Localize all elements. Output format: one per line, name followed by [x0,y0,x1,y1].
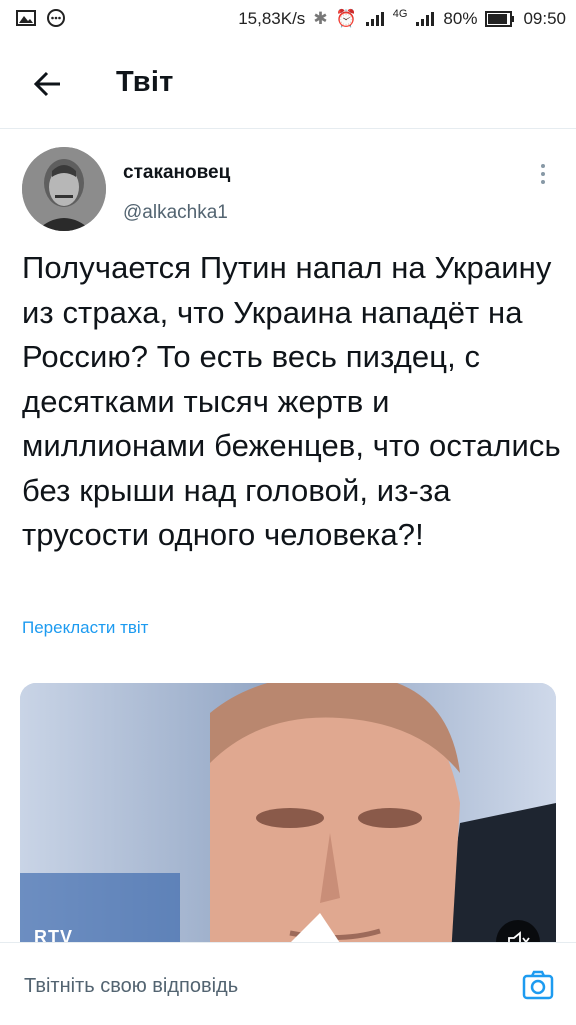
more-options-button[interactable] [530,160,556,188]
alarm-icon: ⏰ [335,9,357,28]
top-app-bar: Твіт [0,40,576,129]
signal-icon [365,12,384,26]
page-title: Твіт [116,66,174,98]
avatar-image [22,147,106,231]
network-speed: 15,83K/s [238,9,306,28]
author-name[interactable]: стакановец [123,162,230,184]
reply-bar: Твітніть свою відповідь [0,942,576,1025]
battery-percent: 80% [443,9,478,28]
network-type: 4G [392,8,408,20]
camera-icon [522,970,554,1000]
arrow-left-icon [33,71,60,97]
camera-button[interactable] [521,968,555,1002]
translate-tweet-link[interactable]: Перекласти твіт [22,618,148,638]
tweet-text: Получается Путин напал на Украину из стр… [22,250,561,552]
clock: 09:50 [523,9,566,28]
signal-icon-2 [416,12,435,26]
media-image [20,683,556,973]
status-bar: 15,83K/s ✱ ⏰ 4G 80% 09:50 [0,0,576,40]
author-handle[interactable]: @alkachka1 [123,202,228,224]
gallery-notification-icon [16,10,36,26]
tweet-media[interactable] [20,683,556,973]
reply-input[interactable]: Твітніть свою відповідь [24,975,238,998]
more-vertical-icon [541,164,545,184]
avatar[interactable] [22,147,106,231]
back-button[interactable] [28,64,68,104]
chat-notification-icon [47,9,65,27]
bluetooth-icon: ✱ [313,9,328,28]
battery-icon [485,11,515,27]
